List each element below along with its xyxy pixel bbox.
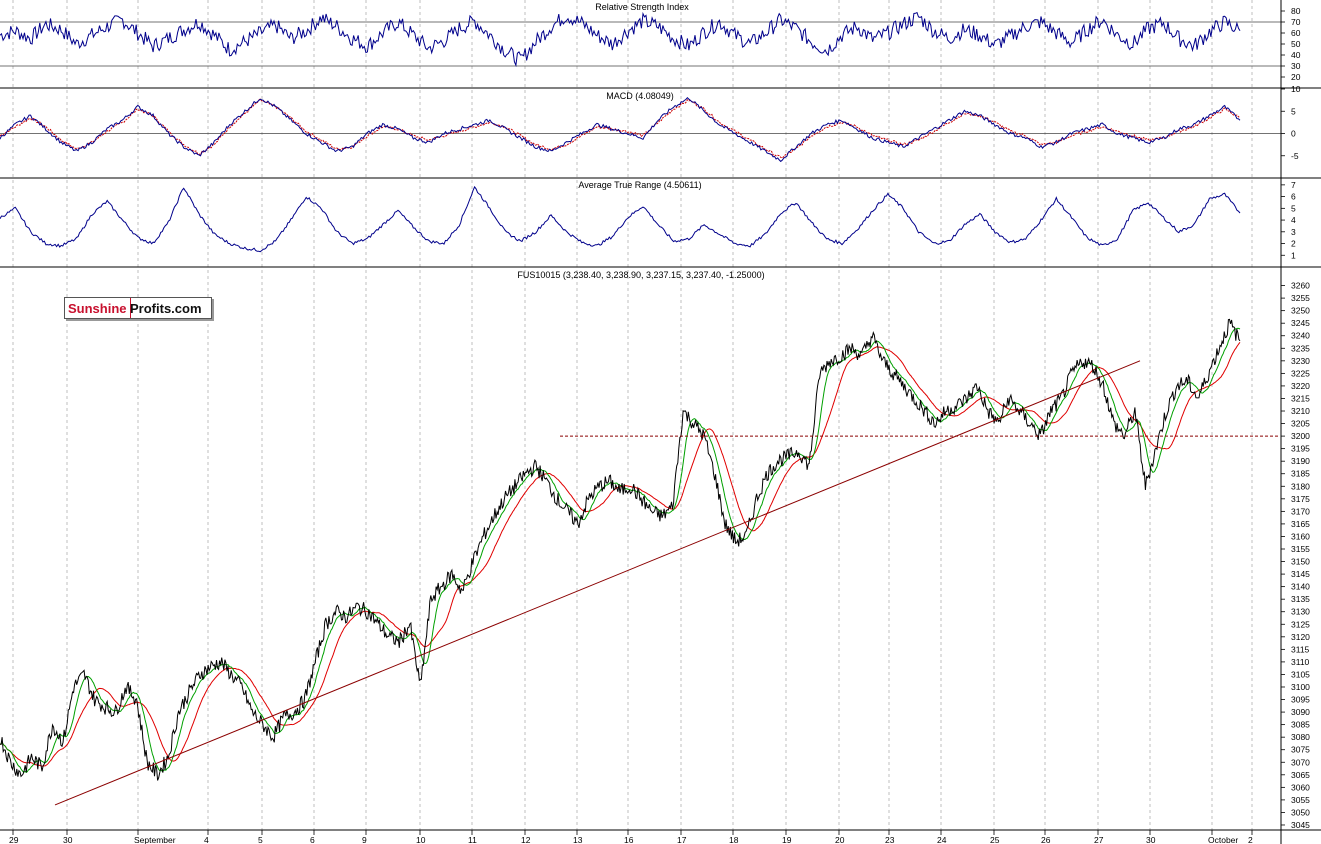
y-tick-label: 3115: [1291, 644, 1310, 654]
y-tick-label: 3165: [1291, 519, 1310, 529]
y-tick-label: 3260: [1291, 281, 1310, 291]
x-tick-label: 5: [258, 835, 263, 844]
x-tick-label: September: [134, 835, 176, 844]
y-tick-label: 6: [1291, 192, 1296, 202]
y-tick-label: 3: [1291, 227, 1296, 237]
y-tick-label: 30: [1291, 61, 1301, 71]
y-tick-label: 3055: [1291, 795, 1310, 805]
price-title: FUS10015 (3,238.40, 3,238.90, 3,237.15, …: [517, 270, 764, 280]
y-tick-label: 3245: [1291, 318, 1310, 328]
x-tick-label: October: [1208, 835, 1238, 844]
y-tick-label: 3140: [1291, 582, 1310, 592]
rsi-title: Relative Strength Index: [595, 2, 689, 12]
x-tick-label: 20: [835, 835, 845, 844]
logo-part-sunshine: Sunshine: [65, 298, 131, 318]
y-tick-label: 3090: [1291, 707, 1310, 717]
y-tick-label: 0: [1291, 129, 1296, 139]
y-tick-label: 3125: [1291, 619, 1310, 629]
y-tick-label: 3220: [1291, 381, 1310, 391]
y-tick-label: 3110: [1291, 657, 1310, 667]
y-tick-label: 3080: [1291, 732, 1310, 742]
y-tick-label: 3240: [1291, 331, 1310, 341]
x-tick-label: 16: [624, 835, 634, 844]
y-tick-label: 3235: [1291, 343, 1310, 353]
y-tick-label: 3190: [1291, 456, 1310, 466]
y-tick-label: 3210: [1291, 406, 1310, 416]
y-tick-label: 3175: [1291, 494, 1310, 504]
y-tick-label: 3045: [1291, 820, 1310, 830]
y-tick-label: 3075: [1291, 745, 1310, 755]
x-tick-label: 10: [416, 835, 426, 844]
x-tick-label: 30: [1146, 835, 1156, 844]
x-tick-label: 27: [1094, 835, 1104, 844]
stock-chart: 20304050607080-5051012345673045305030553…: [0, 0, 1321, 844]
y-tick-label: 50: [1291, 39, 1301, 49]
y-tick-label: 80: [1291, 6, 1301, 16]
y-tick-label: 3105: [1291, 669, 1310, 679]
y-tick-label: 3100: [1291, 682, 1310, 692]
y-tick-label: 3200: [1291, 431, 1310, 441]
x-tick-label: 23: [885, 835, 895, 844]
x-tick-label: 30: [63, 835, 73, 844]
macd-title: MACD (4.08049): [606, 91, 674, 101]
y-tick-label: 3070: [1291, 757, 1310, 767]
y-tick-label: 3170: [1291, 506, 1310, 516]
logo-part-profits: Profits.com: [130, 301, 202, 316]
y-tick-label: 3160: [1291, 531, 1310, 541]
y-tick-label: 3060: [1291, 782, 1310, 792]
y-tick-label: 3250: [1291, 306, 1310, 316]
y-tick-label: 3215: [1291, 393, 1310, 403]
y-tick-label: 5: [1291, 106, 1296, 116]
x-tick-label: 18: [729, 835, 739, 844]
y-tick-label: 3130: [1291, 607, 1310, 617]
y-tick-label: 20: [1291, 72, 1301, 82]
x-tick-label: 25: [990, 835, 1000, 844]
x-tick-label: 4: [204, 835, 209, 844]
y-tick-label: -5: [1291, 151, 1299, 161]
y-tick-label: 10: [1291, 84, 1301, 94]
y-tick-label: 3205: [1291, 419, 1310, 429]
y-tick-label: 3150: [1291, 557, 1310, 567]
x-tick-label: 19: [782, 835, 792, 844]
sunshine-profits-logo: Sunshine Profits.com: [64, 297, 212, 319]
x-tick-label: 11: [468, 835, 477, 844]
y-tick-label: 3185: [1291, 469, 1310, 479]
y-tick-label: 3255: [1291, 293, 1310, 303]
y-tick-label: 60: [1291, 28, 1301, 38]
y-tick-label: 3120: [1291, 632, 1310, 642]
x-tick-label: 12: [521, 835, 531, 844]
y-tick-label: 40: [1291, 50, 1301, 60]
y-tick-label: 3180: [1291, 481, 1310, 491]
atr-title: Average True Range (4.50611): [578, 180, 701, 190]
y-tick-label: 3145: [1291, 569, 1310, 579]
y-tick-label: 4: [1291, 215, 1296, 225]
x-tick-label: 29: [9, 835, 19, 844]
x-tick-label: 26: [1041, 835, 1051, 844]
y-tick-label: 2: [1291, 239, 1296, 249]
chart-background: [0, 0, 1321, 844]
y-tick-label: 3135: [1291, 594, 1310, 604]
y-tick-label: 5: [1291, 203, 1296, 213]
x-tick-label: 9: [362, 835, 367, 844]
y-tick-label: 1: [1291, 250, 1296, 260]
y-tick-label: 3050: [1291, 807, 1310, 817]
y-tick-label: 3230: [1291, 356, 1310, 366]
y-tick-label: 3195: [1291, 444, 1310, 454]
y-tick-label: 3095: [1291, 695, 1310, 705]
y-tick-label: 3225: [1291, 368, 1310, 378]
x-tick-label: 24: [937, 835, 947, 844]
y-tick-label: 3155: [1291, 544, 1310, 554]
x-tick-label: 6: [310, 835, 315, 844]
x-tick-label: 17: [677, 835, 687, 844]
y-tick-label: 70: [1291, 17, 1301, 27]
y-tick-label: 3065: [1291, 770, 1310, 780]
x-tick-label: 13: [573, 835, 583, 844]
y-tick-label: 7: [1291, 180, 1296, 190]
x-tick-label: 2: [1248, 835, 1253, 844]
y-tick-label: 3085: [1291, 720, 1310, 730]
